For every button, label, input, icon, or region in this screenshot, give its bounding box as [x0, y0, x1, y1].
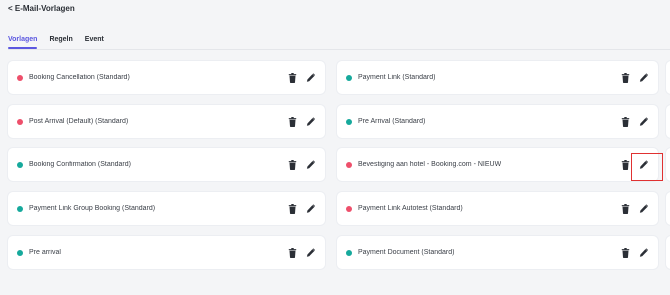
template-name: Payment Document (Standard) [358, 249, 455, 256]
next-column-card-edge [666, 236, 670, 269]
pencil-icon[interactable] [306, 203, 315, 214]
status-dot [17, 205, 23, 212]
pencil-icon[interactable] [639, 116, 648, 127]
left-template-card[interactable]: Booking Cancellation (Standard) [8, 61, 325, 94]
trash-icon[interactable] [288, 116, 297, 127]
tab-divider [8, 49, 670, 50]
trash-icon[interactable] [288, 247, 297, 258]
trash-icon[interactable] [288, 203, 297, 214]
pencil-icon[interactable] [306, 159, 315, 170]
template-name: Booking Cancellation (Standard) [29, 74, 130, 81]
status-dot [346, 74, 352, 81]
template-actions [288, 203, 315, 214]
template-actions [288, 116, 315, 127]
pencil-icon[interactable] [639, 203, 648, 214]
template-name: Payment Link (Standard) [358, 74, 436, 81]
template-actions [288, 247, 315, 258]
trash-icon[interactable] [288, 72, 297, 83]
left-template-card[interactable]: Payment Link Group Booking (Standard) [8, 192, 325, 225]
status-dot [17, 161, 23, 168]
left-template-card[interactable]: Booking Confirmation (Standard) [8, 148, 325, 181]
tab-regeln[interactable]: Regeln [49, 36, 72, 48]
template-name: Booking Confirmation (Standard) [29, 161, 131, 168]
trash-icon[interactable] [621, 72, 630, 83]
template-actions [621, 203, 648, 214]
next-column-card-edge [666, 61, 670, 94]
pencil-icon[interactable] [306, 116, 315, 127]
trash-icon[interactable] [621, 159, 630, 170]
template-name: Pre arrival [29, 249, 61, 256]
edit-button-highlight [631, 153, 663, 181]
next-column-card-edge [666, 192, 670, 225]
next-column-card-edge [666, 148, 670, 181]
tab-event[interactable]: Event [85, 36, 104, 48]
status-dot [346, 249, 352, 256]
template-name: Pre Arrival (Standard) [358, 118, 426, 125]
next-column-card-edge [666, 105, 670, 138]
left-template-card[interactable]: Pre arrival [8, 236, 325, 269]
template-actions [288, 159, 315, 170]
template-actions [288, 72, 315, 83]
right-template-card[interactable]: Bevestiging aan hotel - Booking.com - NI… [337, 148, 658, 181]
trash-icon[interactable] [288, 159, 297, 170]
status-dot [346, 161, 352, 168]
pencil-icon[interactable] [639, 72, 648, 83]
trash-icon[interactable] [621, 116, 630, 127]
pencil-icon[interactable] [639, 247, 648, 258]
template-name: Post Arrival (Default) (Standard) [29, 118, 129, 125]
left-template-card[interactable]: Post Arrival (Default) (Standard) [8, 105, 325, 138]
status-dot [346, 205, 352, 212]
right-template-card[interactable]: Payment Link Autotest (Standard) [337, 192, 658, 225]
template-name: Payment Link Autotest (Standard) [358, 205, 463, 212]
back-link[interactable]: < E-Mail-Vorlagen [8, 4, 75, 13]
right-template-card[interactable]: Payment Link (Standard) [337, 61, 658, 94]
pencil-icon[interactable] [306, 72, 315, 83]
trash-icon[interactable] [621, 203, 630, 214]
right-template-card[interactable]: Pre Arrival (Standard) [337, 105, 658, 138]
tab-vorlagen[interactable]: Vorlagen [8, 36, 38, 49]
pencil-icon[interactable] [306, 247, 315, 258]
template-actions [621, 247, 648, 258]
tab-bar: Vorlagen Regeln Event [8, 36, 116, 49]
template-actions [621, 116, 648, 127]
status-dot [17, 249, 23, 256]
template-name: Bevestiging aan hotel - Booking.com - NI… [358, 161, 502, 168]
right-template-card[interactable]: Payment Document (Standard) [337, 236, 658, 269]
status-dot [346, 118, 352, 125]
template-actions [621, 72, 648, 83]
trash-icon[interactable] [621, 247, 630, 258]
template-name: Payment Link Group Booking (Standard) [29, 205, 156, 212]
status-dot [17, 74, 23, 81]
status-dot [17, 118, 23, 125]
